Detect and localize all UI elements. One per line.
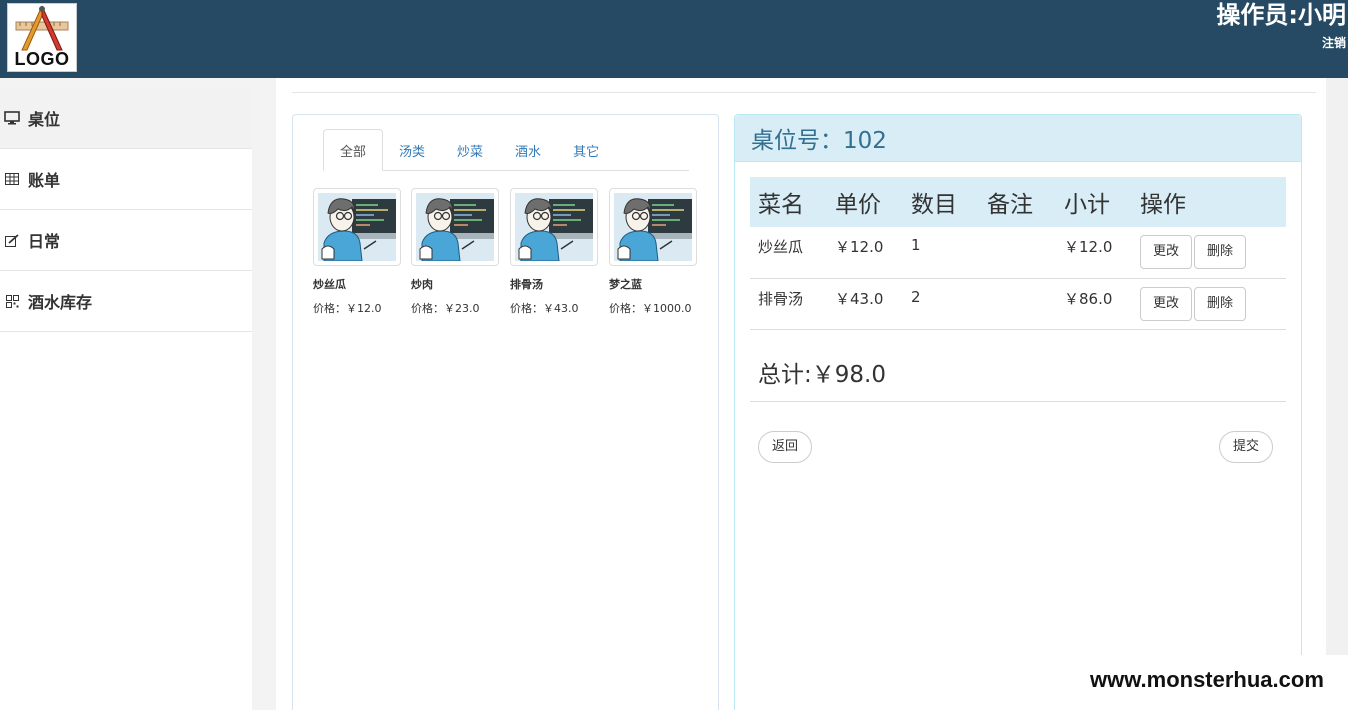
price-value: ￥1000.0 xyxy=(642,302,692,315)
table-row: 排骨汤 ￥43.0 2 ￥86.0 更改 删除 xyxy=(750,278,1286,330)
edit-icon xyxy=(2,232,22,248)
product-image xyxy=(313,188,401,266)
product-image xyxy=(609,188,697,266)
price-label: 价格： xyxy=(609,302,642,315)
watermark-text: www.monsterhua.com xyxy=(1090,667,1324,692)
table-icon xyxy=(2,171,22,187)
sidebar-item-drinks-stock[interactable]: 酒水库存 xyxy=(0,271,252,332)
column-header-qty: 数目 xyxy=(903,177,979,227)
column-header-subtotal: 小计 xyxy=(1056,177,1132,227)
cell-actions: 更改 删除 xyxy=(1132,278,1286,330)
edit-button[interactable]: 更改 xyxy=(1140,286,1193,321)
logout-link[interactable]: 注销 xyxy=(1322,34,1346,51)
watermark: www.monsterhua.com xyxy=(1078,655,1348,710)
tab-drinks[interactable]: 酒水 xyxy=(499,129,557,171)
product-name: 炒肉 xyxy=(411,278,433,291)
edit-button[interactable]: 更改 xyxy=(1140,235,1193,269)
sidebar-item-label: 酒水库存 xyxy=(28,293,93,312)
order-total: 总计:￥98.0 xyxy=(758,362,886,388)
price-value: ￥12.0 xyxy=(346,302,382,315)
delete-button[interactable]: 删除 xyxy=(1194,286,1247,321)
cell-note xyxy=(979,227,1056,279)
table-header-row: 菜名 单价 数目 备注 小计 操作 xyxy=(750,177,1286,227)
product-price: 价格：￥12.0 xyxy=(313,300,403,316)
cell-price: ￥43.0 xyxy=(827,278,903,330)
tab-soup[interactable]: 汤类 xyxy=(383,129,441,171)
grid-icon xyxy=(2,293,22,309)
order-panel: 桌位号：102 菜名 单价 数目 备注 小计 操作 炒丝瓜 ￥12.0 1 ￥1… xyxy=(734,114,1302,710)
cell-actions: 更改 删除 xyxy=(1132,227,1286,279)
price-value: ￥43.0 xyxy=(543,302,579,315)
price-label: 价格： xyxy=(510,302,543,315)
product-name: 排骨汤 xyxy=(510,278,543,291)
sidebar-item-label: 账单 xyxy=(28,171,61,190)
table-row: 炒丝瓜 ￥12.0 1 ￥12.0 更改 删除 xyxy=(750,227,1286,279)
cell-note xyxy=(979,278,1056,330)
sidebar-item-label: 日常 xyxy=(28,232,61,251)
product-image xyxy=(411,188,499,266)
category-tabs: 全部 汤类 炒菜 酒水 其它 xyxy=(323,129,689,171)
column-header-name: 菜名 xyxy=(750,177,827,227)
product-name: 炒丝瓜 xyxy=(313,278,346,291)
delete-button[interactable]: 删除 xyxy=(1194,235,1247,269)
product-price: 价格：￥23.0 xyxy=(411,300,501,316)
tab-stir-fry[interactable]: 炒菜 xyxy=(441,129,499,171)
submit-button[interactable]: 提交 xyxy=(1219,431,1274,463)
logo-text: LOGO xyxy=(14,49,70,69)
sidebar-item-label: 桌位 xyxy=(28,110,61,129)
product-price: 价格：￥43.0 xyxy=(510,300,600,316)
product-image xyxy=(510,188,598,266)
tab-all[interactable]: 全部 xyxy=(323,129,384,171)
logo[interactable]: LOGO xyxy=(7,3,77,72)
cell-name: 炒丝瓜 xyxy=(750,227,827,279)
table-number-heading: 桌位号：102 xyxy=(735,115,1301,162)
scrollbar[interactable] xyxy=(1326,78,1348,710)
price-label: 价格： xyxy=(313,302,346,315)
sidebar-item-bills[interactable]: 账单 xyxy=(0,149,252,210)
product-card[interactable]: 炒肉 价格：￥23.0 xyxy=(411,188,501,316)
product-card[interactable]: 梦之蓝 价格：￥1000.0 xyxy=(609,188,699,316)
column-header-note: 备注 xyxy=(979,177,1056,227)
cell-name: 排骨汤 xyxy=(750,278,827,330)
cell-subtotal: ￥86.0 xyxy=(1056,278,1132,330)
order-table: 菜名 单价 数目 备注 小计 操作 炒丝瓜 ￥12.0 1 ￥12.0 更改 删除 xyxy=(750,177,1286,330)
column-header-actions: 操作 xyxy=(1132,177,1286,227)
price-value: ￥23.0 xyxy=(444,302,480,315)
product-card[interactable]: 排骨汤 价格：￥43.0 xyxy=(510,188,600,316)
back-button[interactable]: 返回 xyxy=(758,431,813,463)
sidebar-item-tables[interactable]: 桌位 xyxy=(0,88,252,149)
sidebar-item-daily[interactable]: 日常 xyxy=(0,210,252,271)
product-name: 梦之蓝 xyxy=(609,278,642,291)
compass-ruler-icon xyxy=(15,5,69,51)
product-card[interactable]: 炒丝瓜 价格：￥12.0 xyxy=(313,188,403,316)
menu-panel: 全部 汤类 炒菜 酒水 其它 炒丝瓜 价格：￥12.0 炒肉 价格：￥23.0 … xyxy=(292,114,719,710)
cell-subtotal: ￥12.0 xyxy=(1056,227,1132,279)
cell-price: ￥12.0 xyxy=(827,227,903,279)
column-header-price: 单价 xyxy=(827,177,903,227)
operator-name: 操作员:小明 xyxy=(1216,1,1346,29)
main-content: 全部 汤类 炒菜 酒水 其它 炒丝瓜 价格：￥12.0 炒肉 价格：￥23.0 … xyxy=(276,78,1326,710)
sidebar: 桌位 账单 日常 酒水库存 xyxy=(0,88,252,710)
tab-other[interactable]: 其它 xyxy=(557,129,615,171)
divider xyxy=(750,401,1286,402)
cell-qty: 2 xyxy=(903,278,979,330)
price-label: 价格： xyxy=(411,302,444,315)
product-price: 价格：￥1000.0 xyxy=(609,300,699,316)
cell-qty: 1 xyxy=(903,227,979,279)
divider xyxy=(292,92,1316,93)
monitor-icon xyxy=(2,110,22,126)
top-header: LOGO 操作员:小明 注销 xyxy=(0,0,1348,78)
